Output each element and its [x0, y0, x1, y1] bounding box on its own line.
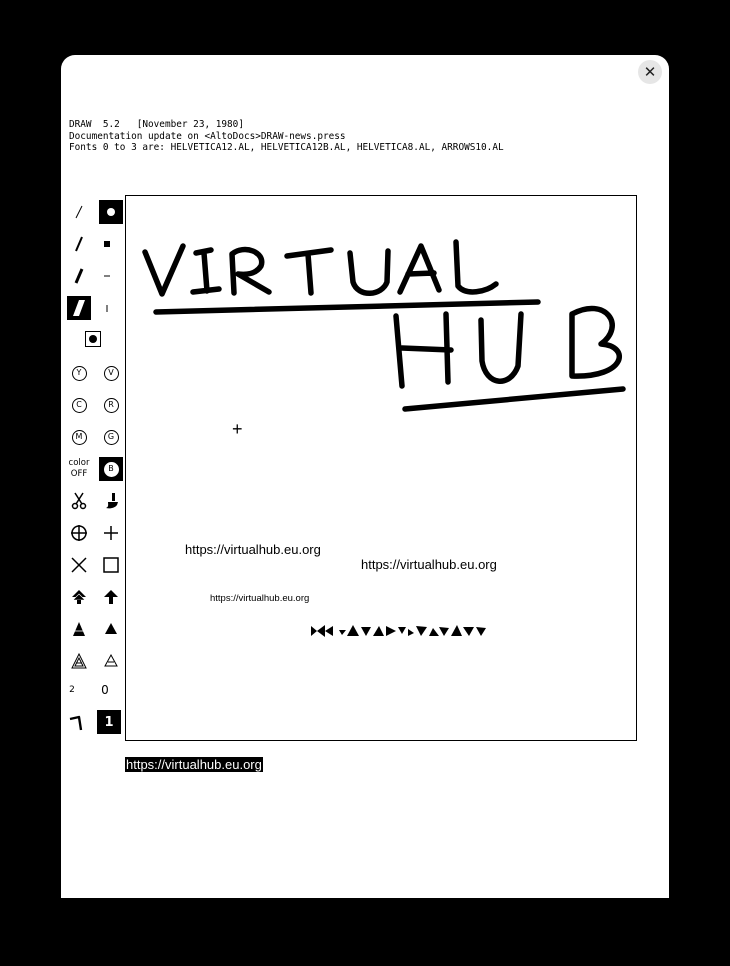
- arrow-up-icon[interactable]: [99, 585, 123, 609]
- arrows-font-glyphs: [311, 625, 486, 637]
- close-button[interactable]: ✕: [638, 60, 662, 84]
- canvas-cursor: +: [232, 419, 243, 439]
- font-c-button[interactable]: C: [67, 393, 91, 417]
- shape-vertical-brush-icon[interactable]: [95, 296, 119, 320]
- canvas-url-helvetica12: https://virtualhub.eu.org: [185, 542, 321, 557]
- font-r-button[interactable]: R: [99, 393, 123, 417]
- close-icon: ✕: [643, 63, 657, 81]
- plus-icon[interactable]: [99, 521, 123, 545]
- font-g-icon: G: [103, 429, 119, 445]
- delete-x-icon[interactable]: [67, 553, 91, 577]
- crosshair-circle-icon[interactable]: [67, 521, 91, 545]
- header-version-line: DRAW 5.2 [November 23, 1980]: [69, 119, 244, 130]
- font-b-button[interactable]: B: [99, 457, 123, 481]
- header-doc-line: Documentation update on <AltoDocs>DRAW-n…: [69, 130, 346, 142]
- outline-stacked-triangle-icon[interactable]: [67, 649, 91, 673]
- font-g-button[interactable]: G: [99, 425, 123, 449]
- canvas-url-helvetica8: https://virtualhub.eu.org: [210, 593, 310, 604]
- font-m-button[interactable]: M: [67, 425, 91, 449]
- selected-text-input[interactable]: https://virtualhub.eu.org: [125, 757, 263, 772]
- outline-triangle-icon[interactable]: [99, 649, 123, 673]
- program-header: DRAW 5.2 [November 23, 1980] Documentatio…: [69, 119, 504, 154]
- brush-thin-icon[interactable]: [67, 200, 91, 224]
- brush-medium-icon[interactable]: [67, 232, 91, 256]
- font-v-button[interactable]: V: [99, 361, 123, 385]
- color-toggle[interactable]: color OFF: [64, 458, 94, 480]
- line-count-zero[interactable]: 0: [93, 678, 117, 702]
- canvas-url-helvetica12b: https://virtualhub.eu.org: [361, 557, 497, 572]
- shape-horizontal-brush-icon[interactable]: [95, 264, 119, 288]
- font-c-icon: C: [71, 397, 87, 413]
- font-y-icon: Y: [71, 365, 87, 381]
- color-label-text: color: [68, 458, 90, 468]
- color-state-text: OFF: [70, 469, 88, 479]
- brush-widest-icon[interactable]: [67, 296, 91, 320]
- shape-square-brush-icon[interactable]: [95, 232, 119, 256]
- rectangle-icon[interactable]: [99, 553, 123, 577]
- font-r-icon: R: [103, 397, 119, 413]
- stacked-triangle-icon[interactable]: [67, 617, 91, 641]
- drawing-canvas[interactable]: + https://virtualhub.eu.org https://virt…: [125, 195, 637, 741]
- handwriting-virtual-hub: [142, 239, 626, 412]
- shape-round-brush-icon[interactable]: [99, 200, 123, 224]
- pen-stroke-icon[interactable]: [64, 711, 88, 735]
- font-v-icon: V: [103, 365, 119, 381]
- font-y-button[interactable]: Y: [67, 361, 91, 385]
- scissors-icon[interactable]: [67, 489, 91, 513]
- brush-thick-icon[interactable]: [67, 264, 91, 288]
- line-count-one[interactable]: 1: [97, 710, 121, 734]
- paintbrush-icon[interactable]: [99, 489, 123, 513]
- double-arrow-up-icon[interactable]: [67, 585, 91, 609]
- header-fonts-line: Fonts 0 to 3 are: HELVETICA12.AL, HELVET…: [69, 142, 504, 153]
- line-count-two[interactable]: 2: [60, 678, 84, 702]
- font-m-icon: M: [71, 429, 87, 445]
- font-b-icon: B: [103, 461, 119, 477]
- triangle-icon[interactable]: [99, 617, 123, 641]
- target-brush-icon[interactable]: [81, 327, 105, 351]
